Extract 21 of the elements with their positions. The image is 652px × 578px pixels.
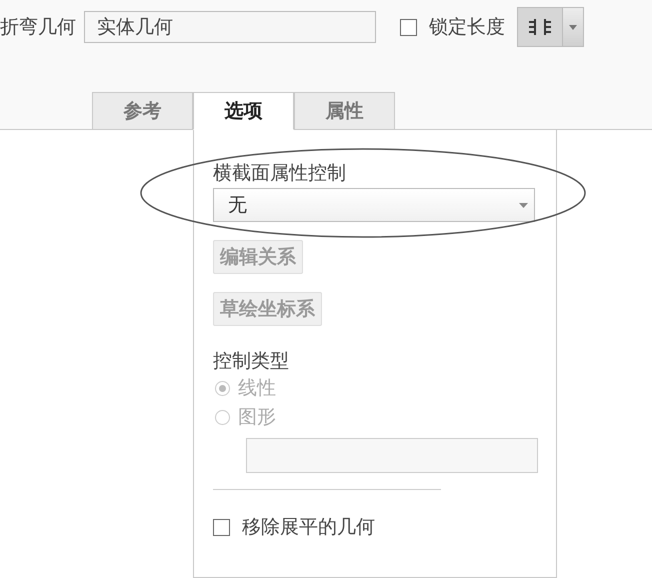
- tab[interactable]: 参考: [92, 92, 193, 130]
- caret-icon: [519, 202, 528, 208]
- tab[interactable]: 选项: [193, 92, 294, 130]
- lock-length-checkbox[interactable]: [400, 18, 417, 36]
- geometry-field[interactable]: 实体几何: [84, 11, 376, 43]
- lock-length-label: 锁定长度: [429, 15, 505, 40]
- alignment-split-button[interactable]: [517, 7, 584, 47]
- alignment-icon: [527, 17, 553, 37]
- graph-input-field[interactable]: [246, 438, 538, 473]
- radio-label: 图形: [238, 405, 276, 430]
- caret-icon: [569, 24, 577, 30]
- section-control-label: 横截面属性控制: [213, 161, 346, 186]
- tab[interactable]: 属性: [294, 92, 395, 130]
- bend-geometry-label: 折弯几何: [0, 15, 76, 40]
- remove-flat-label: 移除展平的几何: [242, 515, 375, 540]
- radio-button[interactable]: [215, 410, 230, 425]
- section-control-dropdown[interactable]: 无: [213, 188, 535, 222]
- control-type-label: 控制类型: [213, 349, 289, 374]
- radio-button[interactable]: [215, 381, 230, 396]
- remove-flat-checkbox[interactable]: [213, 518, 230, 536]
- radio-label: 线性: [238, 376, 276, 401]
